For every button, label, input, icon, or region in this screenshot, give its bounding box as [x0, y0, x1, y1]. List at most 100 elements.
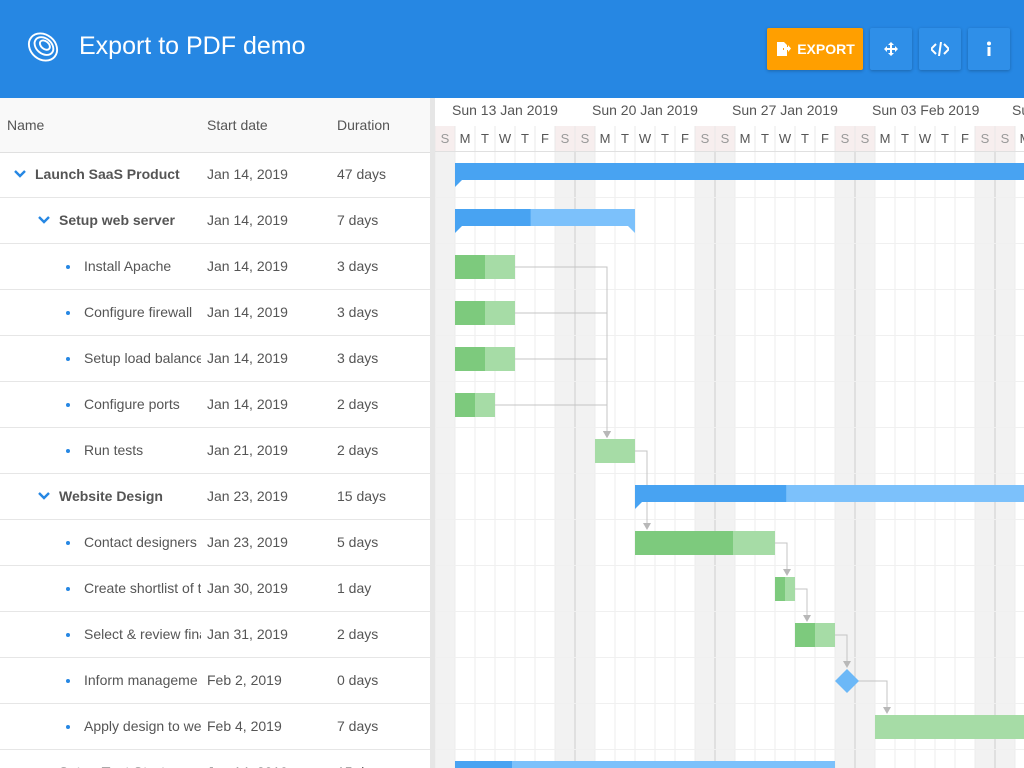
table-row[interactable]: Website Design Jan 23, 2019 15 days — [0, 474, 430, 520]
day-letter-label: S — [561, 131, 570, 146]
task-duration: 15 days — [337, 488, 387, 504]
export-button[interactable]: EXPORT — [767, 28, 863, 70]
task-duration: 3 days — [337, 304, 379, 320]
day-letter-label: T — [661, 131, 669, 146]
info-button[interactable] — [968, 28, 1010, 70]
table-row[interactable]: Select & review fina Jan 31, 2019 2 days — [0, 612, 430, 658]
weekend-column — [695, 152, 715, 768]
bullet-icon — [66, 541, 70, 545]
week-label: Su — [1012, 102, 1024, 118]
table-row[interactable]: Inform manageme Feb 2, 2019 0 days — [0, 658, 430, 704]
table-row[interactable]: Contact designers Jan 23, 2019 5 days — [0, 520, 430, 566]
weekend-column — [575, 152, 595, 768]
table-row[interactable]: Setup Test Strateg Jan 14, 2019 15 days — [0, 750, 430, 768]
week-label: Sun 03 Feb 2019 — [872, 102, 980, 118]
fullscreen-button[interactable] — [870, 28, 912, 70]
table-row[interactable]: Create shortlist of t Jan 30, 2019 1 day — [0, 566, 430, 612]
project-bar-end-cap — [628, 226, 635, 233]
gantt-timeline: SMTWTFSSMTWTFSSMTWTFSSMTWTFSSMSun 13 Jan… — [435, 98, 1024, 768]
task-bar — [875, 715, 1024, 739]
day-letter-label: W — [499, 131, 512, 146]
table-row[interactable]: Launch SaaS Product Jan 14, 2019 47 days — [0, 152, 430, 198]
weekend-column — [555, 152, 575, 768]
code-button[interactable] — [919, 28, 961, 70]
task-name: Configure ports — [84, 396, 180, 412]
app-header: Export to PDF demo EXPORT — [0, 0, 1024, 98]
weekend-column — [995, 152, 1015, 768]
task-name: Select & review fina — [84, 626, 201, 642]
column-header-name[interactable]: Name — [7, 117, 44, 133]
bullet-icon — [66, 357, 70, 361]
project-bar-start-cap — [635, 502, 642, 509]
task-name: Website Design — [59, 488, 163, 504]
table-row[interactable]: Setup web server Jan 14, 2019 7 days — [0, 198, 430, 244]
task-start-date: Jan 14, 2019 — [207, 350, 288, 366]
table-row[interactable]: Run tests Jan 21, 2019 2 days — [0, 428, 430, 474]
project-bar-start-cap — [455, 226, 462, 233]
table-row[interactable]: Configure ports Jan 14, 2019 2 days — [0, 382, 430, 428]
task-start-date: Jan 23, 2019 — [207, 534, 288, 550]
file-export-icon — [777, 42, 792, 56]
table-row[interactable]: Configure firewall Jan 14, 2019 3 days — [0, 290, 430, 336]
day-letter-label: S — [701, 131, 710, 146]
task-bar-progress — [455, 347, 485, 371]
task-start-date: Jan 14, 2019 — [207, 396, 288, 412]
bullet-icon — [66, 265, 70, 269]
task-start-date: Jan 14, 2019 — [207, 764, 288, 768]
bullet-icon — [66, 449, 70, 453]
page-title: Export to PDF demo — [79, 32, 306, 60]
task-start-date: Jan 14, 2019 — [207, 258, 288, 274]
task-start-date: Feb 4, 2019 — [207, 718, 282, 734]
week-label: Sun 20 Jan 2019 — [592, 102, 698, 118]
day-letter-label: W — [639, 131, 652, 146]
chevron-down-icon[interactable] — [37, 489, 51, 503]
day-letter-label: T — [521, 131, 529, 146]
day-letter-label: T — [481, 131, 489, 146]
bullet-icon — [66, 725, 70, 729]
day-letter-label: W — [919, 131, 932, 146]
task-start-date: Jan 14, 2019 — [207, 166, 288, 182]
task-duration: 3 days — [337, 258, 379, 274]
weekend-column — [435, 152, 455, 768]
export-button-label: EXPORT — [797, 41, 855, 57]
bullet-icon — [66, 403, 70, 407]
task-duration: 1 day — [337, 580, 372, 596]
task-start-date: Jan 21, 2019 — [207, 442, 288, 458]
bullet-icon — [66, 311, 70, 315]
task-duration: 47 days — [337, 166, 387, 182]
task-duration: 3 days — [337, 350, 379, 366]
column-header-start-date[interactable]: Start date — [207, 117, 268, 133]
table-row[interactable]: Setup load balance Jan 14, 2019 3 days — [0, 336, 430, 382]
day-letter-label: M — [460, 131, 471, 146]
day-letter-label: T — [941, 131, 949, 146]
task-name: Run tests — [84, 442, 144, 458]
day-letter-label: M — [740, 131, 751, 146]
chevron-down-icon[interactable] — [37, 213, 51, 227]
project-bar-progress — [455, 209, 531, 226]
table-row[interactable]: Apply design to we Feb 4, 2019 7 days — [0, 704, 430, 750]
info-icon — [987, 41, 991, 56]
task-duration: 15 days — [337, 764, 386, 768]
column-header-duration[interactable]: Duration — [337, 117, 390, 133]
project-bar-progress — [635, 485, 787, 502]
task-bar-progress — [455, 301, 485, 325]
task-duration: 7 days — [337, 212, 379, 228]
project-bar-start-cap — [455, 180, 462, 187]
table-row[interactable]: Install Apache Jan 14, 2019 3 days — [0, 244, 430, 290]
dependency-link — [775, 542, 788, 573]
chevron-down-icon[interactable] — [13, 167, 27, 181]
task-name: Setup web server — [59, 212, 175, 228]
day-letter-label: S — [721, 131, 730, 146]
link-arrow — [883, 707, 891, 714]
bullet-icon — [66, 633, 70, 637]
task-start-date: Jan 30, 2019 — [207, 580, 288, 596]
day-letter-label: F — [541, 131, 549, 146]
day-letter-label: S — [581, 131, 590, 146]
day-letter-label: T — [901, 131, 909, 146]
task-bar-progress — [455, 255, 485, 279]
task-start-date: Jan 14, 2019 — [207, 212, 288, 228]
move-arrows-icon — [884, 42, 898, 56]
task-name: Launch SaaS Product — [35, 166, 180, 182]
day-letter-label: M — [600, 131, 611, 146]
task-start-date: Feb 2, 2019 — [207, 672, 282, 688]
